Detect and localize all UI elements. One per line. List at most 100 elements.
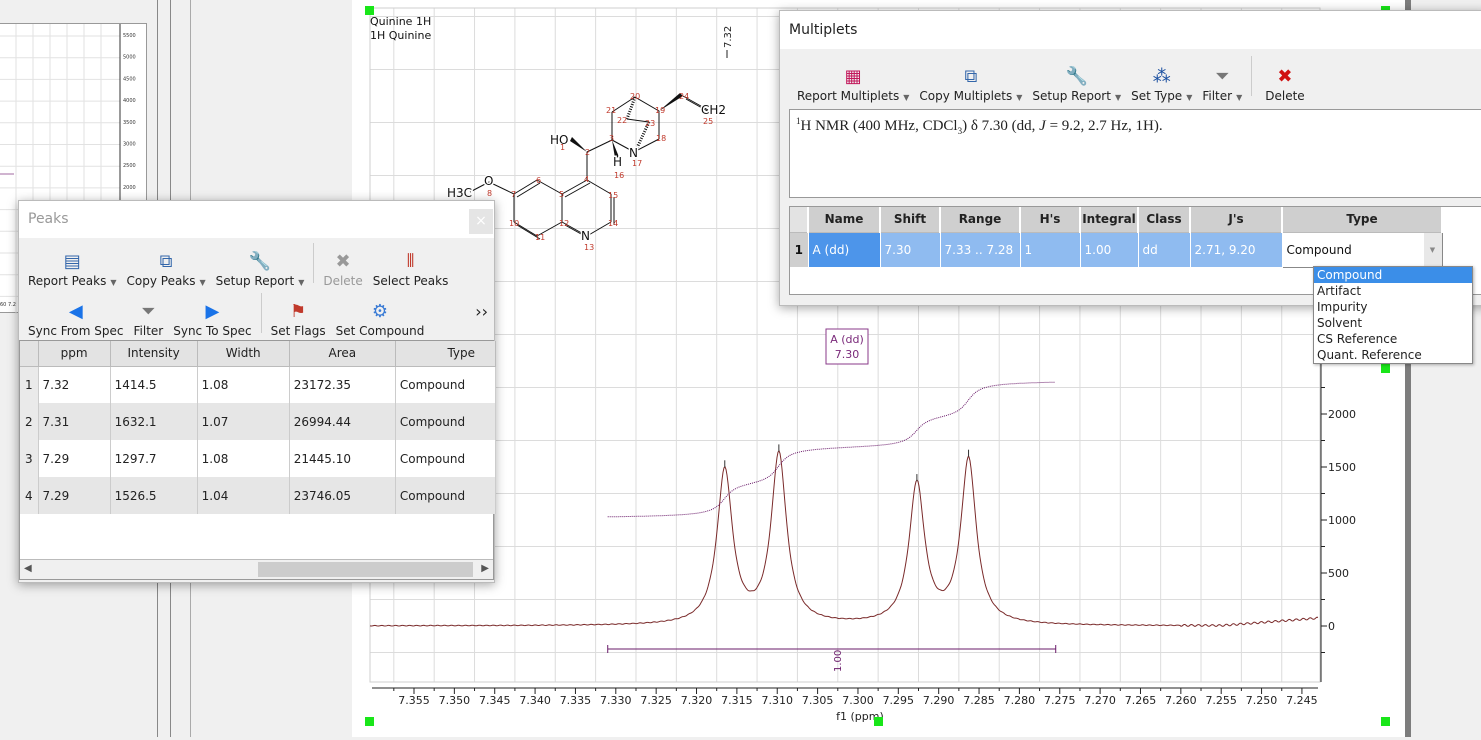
- cell[interactable]: 7.33 .. 7.28: [940, 232, 1021, 267]
- cell-area[interactable]: 21445.10: [289, 440, 396, 477]
- cell-intensity[interactable]: 1526.5: [110, 477, 198, 514]
- chevron-down-icon[interactable]: ▼: [1236, 93, 1242, 102]
- dropdown-option-quant-reference[interactable]: Quant. Reference: [1314, 347, 1472, 363]
- chevron-down-icon[interactable]: ▼: [200, 278, 206, 287]
- cell-type[interactable]: Compound: [395, 366, 497, 403]
- cell[interactable]: 7.30: [880, 232, 941, 267]
- delete-icon: ✖: [335, 250, 351, 272]
- column-header-type[interactable]: Type: [1282, 207, 1443, 233]
- deletebutton[interactable]: ✖ Delete: [1260, 63, 1309, 104]
- x-tick-label: 60 7.2: [0, 302, 16, 308]
- cell[interactable]: Compound ▼: [1281, 231, 1443, 268]
- chevron-down-icon[interactable]: ▼: [1016, 93, 1022, 102]
- cell-type[interactable]: Compound: [395, 477, 497, 514]
- column-header-js[interactable]: J's: [1190, 207, 1283, 233]
- type-select-value[interactable]: Compound: [1287, 243, 1352, 257]
- cell-width[interactable]: 1.08: [197, 366, 290, 403]
- cell[interactable]: 2.71, 9.20: [1190, 232, 1283, 267]
- report-multipletsbutton[interactable]: ▦ Report Multiplets ▼: [792, 63, 914, 104]
- cell-width[interactable]: 1.08: [197, 440, 290, 477]
- chevron-down-icon[interactable]: ▼: [298, 278, 304, 287]
- scroll-right-icon[interactable]: ▶: [481, 563, 489, 574]
- more-icon[interactable]: ››: [475, 302, 488, 321]
- sync-from-specbutton[interactable]: ◀ Sync From Spec: [23, 298, 129, 339]
- resize-handle[interactable]: [1381, 717, 1390, 726]
- column-header-name[interactable]: Name: [808, 207, 881, 233]
- atom-number: 8: [487, 189, 492, 198]
- arrow-right-icon: ▶: [205, 300, 220, 322]
- chevron-down-icon[interactable]: ▼: [1186, 93, 1192, 102]
- multiplet-report-text[interactable]: 1H NMR (400 MHz, CDCl3) δ 7.30 (dd, J = …: [789, 109, 1481, 198]
- cell-area[interactable]: 26994.44: [289, 403, 396, 440]
- column-header-ppm[interactable]: ppm: [38, 341, 111, 367]
- column-header-class[interactable]: Class: [1138, 207, 1191, 233]
- cell-ppm[interactable]: 7.29: [38, 440, 111, 477]
- select-peaksbutton[interactable]: ⫴ Select Peaks: [368, 248, 454, 289]
- report-peaksbutton[interactable]: ▤ Report Peaks ▼: [23, 248, 122, 289]
- cell-intensity[interactable]: 1297.7: [110, 440, 198, 477]
- type-dropdown-list[interactable]: Compound Artifact Impurity Solvent CS Refere…: [1313, 266, 1473, 364]
- dropdown-option-compound[interactable]: Compound: [1314, 267, 1472, 283]
- setup-reportbutton[interactable]: 🔧 Setup Report ▼: [1027, 63, 1126, 104]
- table-row[interactable]: 4 7.29 1526.5 1.04 23746.05 Compound: [20, 477, 497, 514]
- cell[interactable]: 1: [1020, 232, 1081, 267]
- x-tick-label: 7.265: [1125, 694, 1157, 707]
- set-flagsbutton[interactable]: ⚑ Set Flags: [266, 298, 331, 339]
- cell-ppm[interactable]: 7.31: [38, 403, 111, 440]
- cell[interactable]: A (dd): [808, 232, 881, 267]
- cell[interactable]: dd: [1138, 232, 1191, 267]
- column-header-integral[interactable]: Integral: [1080, 207, 1139, 233]
- report-text-part: H NMR (400 MHz, CDCl: [800, 118, 958, 134]
- cell-area[interactable]: 23746.05: [289, 477, 396, 514]
- resize-handle[interactable]: [365, 717, 374, 726]
- cell-type[interactable]: Compound: [395, 403, 497, 440]
- cell-ppm[interactable]: 7.32: [38, 366, 111, 403]
- chevron-down-icon[interactable]: ▼: [110, 278, 116, 287]
- scrollbar-thumb[interactable]: [258, 562, 473, 577]
- cell-width[interactable]: 1.04: [197, 477, 290, 514]
- filterbutton[interactable]: ⏷ Filter ▼: [1197, 63, 1247, 104]
- column-header-hs[interactable]: H's: [1020, 207, 1081, 233]
- atom-number: 20: [630, 92, 640, 101]
- filterbutton[interactable]: ⏷ Filter: [129, 298, 169, 339]
- column-header-intensity[interactable]: Intensity: [110, 341, 198, 367]
- scroll-left-icon[interactable]: ◀: [24, 563, 32, 574]
- table-row[interactable]: 3 7.29 1297.7 1.08 21445.10 Compound: [20, 440, 497, 477]
- dropdown-option-artifact[interactable]: Artifact: [1314, 283, 1472, 299]
- copy-multipletsbutton[interactable]: ⧉ Copy Multiplets ▼: [914, 63, 1027, 104]
- setup-reportbutton[interactable]: 🔧 Setup Report ▼: [211, 248, 310, 289]
- resize-handle[interactable]: [365, 6, 374, 15]
- column-header-type[interactable]: Type: [395, 341, 497, 367]
- atom-number: 4: [584, 175, 589, 184]
- copy-peaksbutton[interactable]: ⧉ Copy Peaks ▼: [122, 248, 211, 289]
- cell-area[interactable]: 23172.35: [289, 366, 396, 403]
- deletebutton[interactable]: ✖ Delete: [318, 248, 367, 289]
- resize-handle[interactable]: [1381, 364, 1390, 373]
- cell-ppm[interactable]: 7.29: [38, 477, 111, 514]
- cell-width[interactable]: 1.07: [197, 403, 290, 440]
- cell-intensity[interactable]: 1632.1: [110, 403, 198, 440]
- cell-type[interactable]: Compound: [395, 440, 497, 477]
- column-header-width[interactable]: Width: [197, 341, 290, 367]
- column-header-shift[interactable]: Shift: [880, 207, 941, 233]
- peaks-table-container: ppm Intensity Width Area Type 1 7.32 1414.5 1.08…: [19, 340, 497, 580]
- sync-to-specbutton[interactable]: ▶ Sync To Spec: [168, 298, 256, 339]
- chevron-down-icon[interactable]: ▼: [1423, 232, 1442, 267]
- column-header-area[interactable]: Area: [289, 341, 396, 367]
- cell-intensity[interactable]: 1414.5: [110, 366, 198, 403]
- table-row[interactable]: 2 7.31 1632.1 1.07 26994.44 Compound: [20, 403, 497, 440]
- chevron-down-icon[interactable]: ▼: [903, 93, 909, 102]
- table-row[interactable]: 1A (dd) 7.30 7.33 .. 7.28 1 1.00 dd 2.71, 9.20…: [790, 231, 1443, 268]
- set-typebutton[interactable]: ⁂ Set Type ▼: [1126, 63, 1197, 104]
- resize-handle[interactable]: [874, 717, 883, 726]
- cell[interactable]: 1.00: [1080, 232, 1139, 267]
- horizontal-scrollbar[interactable]: ◀ ▶: [20, 559, 493, 579]
- column-header-range[interactable]: Range: [940, 207, 1021, 233]
- dropdown-option-cs-reference[interactable]: CS Reference: [1314, 331, 1472, 347]
- table-row[interactable]: 1 7.32 1414.5 1.08 23172.35 Compound: [20, 366, 497, 403]
- chevron-down-icon[interactable]: ▼: [1115, 93, 1121, 102]
- close-button[interactable]: ×: [469, 209, 493, 234]
- dropdown-option-solvent[interactable]: Solvent: [1314, 315, 1472, 331]
- dropdown-option-impurity[interactable]: Impurity: [1314, 299, 1472, 315]
- set-compoundbutton[interactable]: ⚙ Set Compound: [331, 298, 430, 339]
